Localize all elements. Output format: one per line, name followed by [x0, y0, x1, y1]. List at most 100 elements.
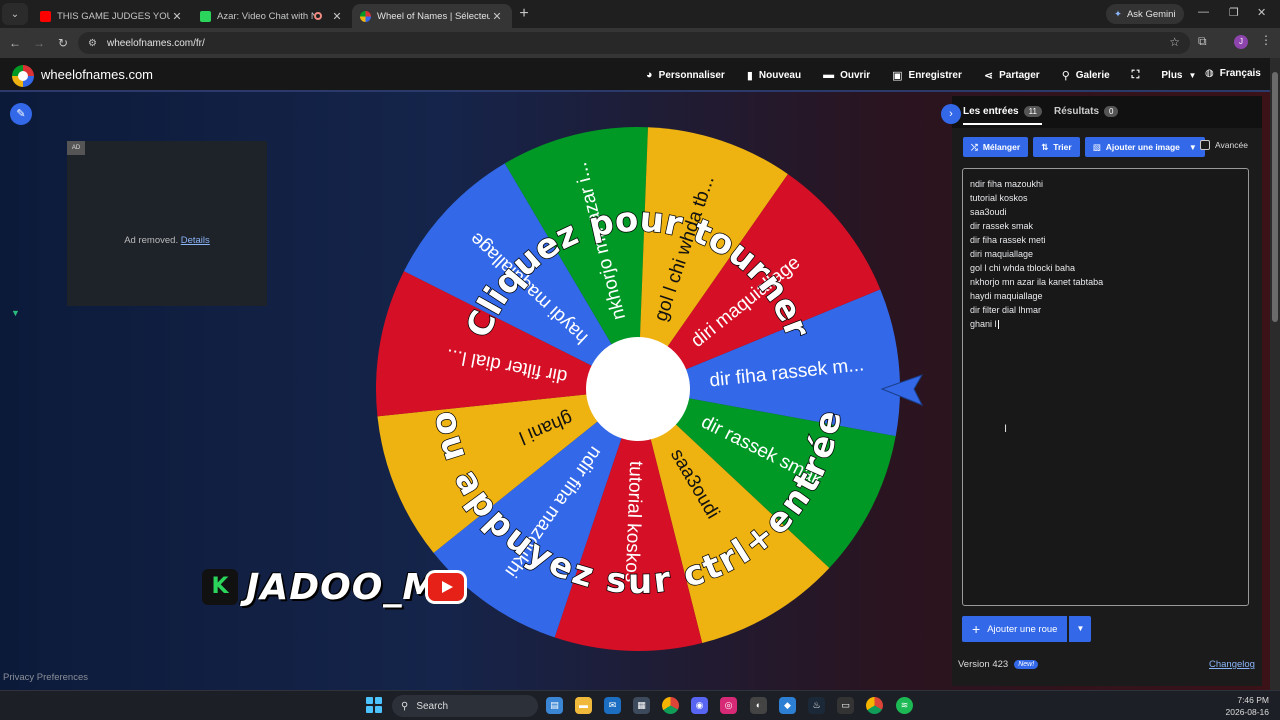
windows-taskbar: ⚲ Search ▤ ▬ ✉ ▦ ◉ ◎ ◐ ◆ ♨ ▭ ≋ 7:46 PM 20… [0, 690, 1280, 720]
kick-icon: K [202, 569, 238, 605]
entry-line[interactable]: dir fiha rassek meti [970, 233, 1241, 247]
entries-count-badge: 11 [1023, 106, 1042, 117]
entries-textarea[interactable]: ndir fiha mazoukhi tutorial koskos saa3oud… [962, 168, 1249, 606]
close-tab-icon[interactable]: ✕ [170, 10, 184, 23]
windows-start-icon[interactable] [366, 697, 382, 713]
shuffle-icon: ⤮ [971, 141, 978, 152]
browser-toolbar: ← → ↻ ⚙ wheelofnames.com/fr/ ☆ [0, 28, 1280, 58]
capture-icon[interactable]: ◐ [750, 697, 767, 714]
instagram-icon[interactable]: ◎ [720, 697, 737, 714]
back-icon[interactable]: ← [3, 36, 27, 50]
entry-line[interactable]: ghani l [970, 317, 1241, 331]
app-icon[interactable]: ◆ [779, 697, 796, 714]
results-count-badge: 0 [1104, 106, 1119, 117]
browser-tab[interactable]: THIS GAME JUDGES YOUR VOI ✕ [32, 4, 192, 28]
add-wheel-dropdown-icon[interactable]: ▼ [1069, 616, 1092, 642]
advanced-label: Avancée [1215, 140, 1248, 150]
entry-line[interactable]: ndir fiha mazoukhi [970, 177, 1241, 191]
widgets-icon[interactable]: ▤ [546, 697, 563, 714]
reload-icon[interactable]: ↻ [51, 36, 75, 50]
text-caret [997, 320, 999, 330]
url-text: wheelofnames.com/fr/ [106, 37, 205, 49]
add-image-button[interactable]: ▧ Ajouter une image ▼ [1084, 137, 1205, 157]
entry-line[interactable]: tutorial koskos [970, 191, 1241, 205]
tab-title: Azar: Video Chat with New [217, 10, 314, 22]
file-explorer-icon[interactable]: ▬ [575, 697, 592, 714]
system-clock[interactable]: 7:46 PM 2026-08-16 [1225, 694, 1269, 718]
store-icon[interactable]: ▦ [633, 697, 650, 714]
sort-label: Trier [1053, 142, 1072, 152]
entry-line[interactable]: dir rassek smak [970, 219, 1241, 233]
ask-gemini-label: Ask Gemini [1126, 8, 1176, 20]
entries-toolbar: ⤮ Mélanger ⇅ Trier ▧ Ajouter une image ▼ [963, 137, 1205, 157]
gemini-icon: ✦ [1114, 8, 1122, 20]
tab-results[interactable]: Résultats 0 [1054, 106, 1119, 117]
discord-icon[interactable]: ◉ [691, 697, 708, 714]
new-tab-icon[interactable]: + [512, 5, 536, 23]
plus-icon: + [972, 621, 981, 637]
changelog-link[interactable]: Changelog [1209, 659, 1255, 670]
close-tab-icon[interactable]: ✕ [490, 10, 504, 23]
tab-label: Résultats [1054, 106, 1100, 117]
extensions-icon[interactable]: ⧉ [1198, 34, 1207, 49]
add-wheel-button[interactable]: + Ajouter une roue [962, 616, 1068, 642]
tab-title: THIS GAME JUDGES YOUR VOI [57, 10, 170, 22]
entry-line[interactable]: diri maquiallage [970, 247, 1241, 261]
page-content: wheelofnames.com ◕ Personnaliser ▮ Nouveau… [0, 58, 1270, 690]
tab-label: Les entrées [963, 106, 1019, 117]
sort-icon: ⇅ [1041, 141, 1049, 152]
clock-time: 7:46 PM [1237, 695, 1269, 705]
steam-icon[interactable]: ♨ [808, 697, 825, 714]
streamer-watermark: K JADOO_MA [202, 567, 467, 608]
advanced-checkbox[interactable]: Avancée [1200, 140, 1248, 150]
scrollbar-thumb[interactable] [1272, 72, 1278, 322]
chrome-icon[interactable] [662, 697, 679, 714]
browser-tab[interactable]: Azar: Video Chat with New ✕ [192, 4, 352, 28]
wheel-hub[interactable] [586, 337, 690, 441]
youtube-icon [428, 573, 465, 601]
browser-menu-icon[interactable]: ⋮ [1260, 33, 1272, 47]
sort-button[interactable]: ⇅ Trier [1033, 137, 1080, 157]
forward-icon[interactable]: → [27, 36, 51, 50]
address-bar[interactable]: ⚙ wheelofnames.com/fr/ ☆ [78, 32, 1190, 54]
entry-line[interactable]: nkhorjo mn azar ila kanet tabtaba [970, 275, 1241, 289]
entry-line[interactable]: haydi maquiallage [970, 289, 1241, 303]
browser-tab-active[interactable]: Wheel of Names | Sélecteur de ✕ [352, 4, 512, 28]
taskbar-search-label: Search [416, 700, 449, 712]
site-info-icon[interactable]: ⚙ [88, 38, 97, 49]
new-badge: New! [1014, 660, 1039, 669]
app-window-icon[interactable]: ▭ [837, 697, 854, 714]
profile-avatar[interactable]: J [1234, 35, 1248, 49]
azar-favicon-icon [200, 10, 211, 22]
page-scrollbar[interactable] [1270, 58, 1280, 690]
tab-entries[interactable]: Les entrées 11 [963, 106, 1042, 125]
shuffle-button[interactable]: ⤮ Mélanger [963, 137, 1029, 157]
clock-date: 2026-08-16 [1225, 707, 1269, 717]
checkbox-box[interactable] [1200, 140, 1210, 150]
tab-search-icon[interactable]: ⌄ [2, 3, 28, 25]
mail-icon[interactable]: ✉ [604, 697, 621, 714]
minimize-icon[interactable]: — [1198, 6, 1209, 18]
recording-icon [314, 12, 322, 20]
entries-panel: › Les entrées 11 Résultats 0 ⤮ Mélanger ⇅… [941, 96, 1262, 686]
panel-tabs: › Les entrées 11 Résultats 0 [941, 96, 1262, 128]
close-tab-icon[interactable]: ✕ [330, 10, 344, 23]
text-cursor-icon: I [1004, 423, 1008, 435]
version-info: Version 423 New! [958, 659, 1039, 670]
add-wheel-label: Ajouter une roue [987, 623, 1058, 635]
collapse-panel-icon[interactable]: › [941, 104, 961, 124]
bookmark-star-icon[interactable]: ☆ [1169, 35, 1180, 49]
browser-tab-bar: ⌄ THIS GAME JUDGES YOUR VOI ✕ Azar: Vide… [0, 0, 1280, 28]
version-label: Version 423 [958, 659, 1009, 670]
restore-icon[interactable]: ❐ [1229, 6, 1239, 19]
close-window-icon[interactable]: ✕ [1257, 6, 1266, 19]
taskbar-search[interactable]: ⚲ Search [392, 695, 538, 717]
spotify-icon[interactable]: ≋ [896, 697, 913, 714]
entry-line[interactable]: saa3oudi [970, 205, 1241, 219]
entry-line[interactable]: gol l chi whda tblocki baha [970, 261, 1241, 275]
chrome-active-icon[interactable] [866, 697, 883, 714]
ask-gemini-button[interactable]: ✦ Ask Gemini [1106, 4, 1184, 24]
privacy-preferences-link[interactable]: Privacy Preferences [3, 672, 88, 683]
entry-line[interactable]: dir filter dial lhmar [970, 303, 1241, 317]
chevron-down-icon: ▼ [1188, 142, 1197, 152]
